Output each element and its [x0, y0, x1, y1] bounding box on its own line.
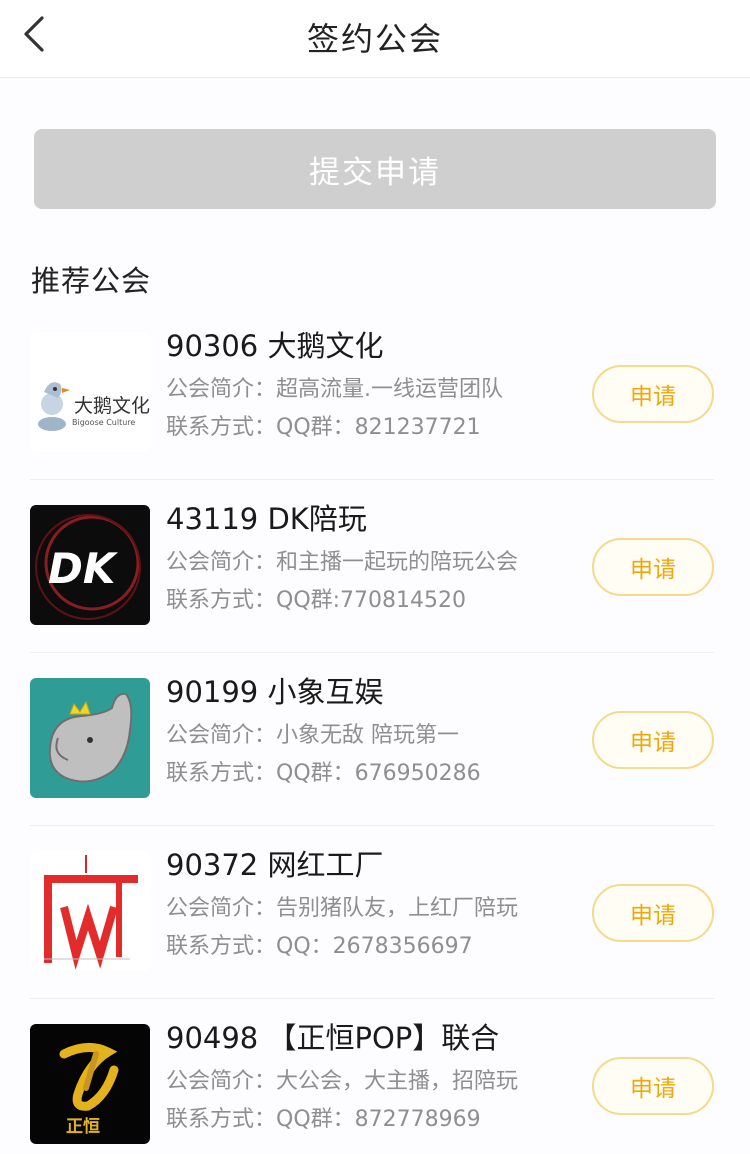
- guild-name: 90306 大鹅文化: [166, 329, 384, 363]
- guild-contact: 联系方式：QQ群：676950286: [166, 761, 481, 786]
- guild-list-item: 正恒 90498 【正恒POP】联合 公会简介：大公会，大主播，招陪玩 联系方式…: [30, 999, 714, 1154]
- guild-contact: 联系方式：QQ群：821237721: [166, 415, 481, 440]
- guild-description: 公会简介：小象无敌 陪玩第一: [166, 723, 459, 748]
- guild-description: 公会简介：超高流量.一线运营团队: [166, 377, 503, 402]
- guild-description: 公会简介：大公会，大主播，招陪玩: [166, 1069, 519, 1094]
- logo-text: DK: [48, 544, 119, 593]
- apply-button[interactable]: 申请: [592, 884, 714, 942]
- apply-button[interactable]: 申请: [592, 1057, 714, 1115]
- guild-contact: 联系方式：QQ：2678356697: [166, 934, 473, 959]
- submit-application-button[interactable]: 提交申请: [34, 129, 716, 209]
- guild-name: 90498 【正恒POP】联合: [166, 1021, 500, 1055]
- elephant-logo-icon: [30, 678, 150, 798]
- guild-description: 公会简介：告别猪队友，上红厂陪玩: [166, 896, 519, 921]
- guild-list-item: 90199 小象互娱 公会简介：小象无敌 陪玩第一 联系方式：QQ群：67695…: [30, 653, 714, 826]
- logo-subtext: Bigoose Culture: [72, 418, 135, 427]
- guild-description: 公会简介：和主播一起玩的陪玩公会: [166, 550, 519, 575]
- apply-button[interactable]: 申请: [592, 538, 714, 596]
- guild-name: 43119 DK陪玩: [166, 502, 367, 536]
- guild-contact: 联系方式：QQ群:770814520: [166, 588, 467, 613]
- guild-list-item: 90372 网红工厂 公会简介：告别猪队友，上红厂陪玩 联系方式：QQ：2678…: [30, 826, 714, 999]
- goose-logo-icon: 大鹅文化 Bigoose Culture: [30, 332, 150, 452]
- zhengheng-logo-icon: 正恒: [30, 1024, 150, 1144]
- guild-list-item: 大鹅文化 Bigoose Culture 90306 大鹅文化 公会简介：超高流…: [30, 307, 714, 480]
- page-title: 签约公会: [306, 20, 443, 58]
- logo-text: 正恒: [66, 1116, 100, 1137]
- dk-logo-icon: DK: [30, 505, 150, 625]
- apply-button[interactable]: 申请: [592, 711, 714, 769]
- guild-name: 90199 小象互娱: [166, 675, 384, 709]
- apply-button[interactable]: 申请: [592, 365, 714, 423]
- guild-list-item: DK 43119 DK陪玩 公会简介：和主播一起玩的陪玩公会 联系方式：QQ群:…: [30, 480, 714, 653]
- guild-name: 90372 网红工厂: [166, 848, 384, 882]
- section-title: 推荐公会: [31, 264, 152, 298]
- logo-text: 大鹅文化: [74, 395, 150, 417]
- navbar: 签约公会: [0, 0, 750, 78]
- wanghong-factory-logo-icon: [30, 851, 150, 971]
- guild-contact: 联系方式：QQ群：872778969: [166, 1107, 481, 1132]
